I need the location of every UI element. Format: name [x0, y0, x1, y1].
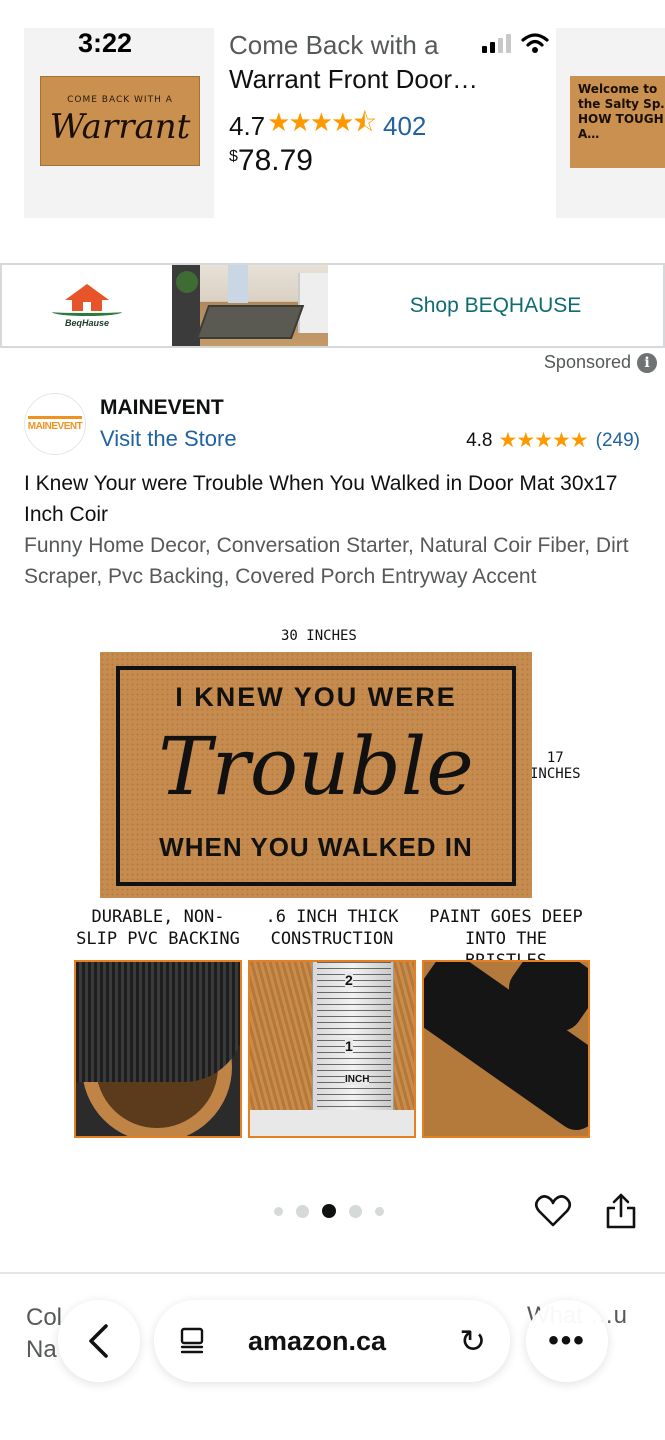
ad-product-title[interactable]: I Knew Your were Trouble When You Walked… [24, 468, 644, 530]
pvc-backing-photo [74, 960, 242, 1138]
mat-small-text: COME BACK WITH A [67, 95, 173, 105]
warrant-mat-image: COME BACK WITH A Warrant [40, 76, 200, 166]
carousel-dot[interactable] [296, 1204, 309, 1218]
sponsored-label[interactable]: Sponsored i [544, 352, 657, 373]
reader-mode-icon[interactable] [178, 1327, 206, 1355]
sponsored-text: Sponsored [543, 352, 631, 372]
feature-label-line: .6 INCH THICK [265, 907, 399, 927]
wifi-icon [521, 33, 549, 53]
recommended-rating[interactable]: 4.7 ★★★★⯪ 402 [229, 104, 426, 148]
door-mat-image: I KNEW YOU WERE Trouble WHEN YOU WALKED … [100, 652, 532, 898]
ruler-thickness-photo: 2 1 INCH [248, 960, 416, 1138]
back-button[interactable] [58, 1300, 140, 1382]
brand-logo[interactable]: MAINEVENT [24, 393, 86, 455]
beqhause-logo: BeqHause [2, 265, 172, 346]
brand-name: MAINEVENT [100, 396, 224, 419]
carousel-dot[interactable] [274, 1206, 283, 1216]
product-hero-image[interactable]: 30 INCHES 17 INCHES I KNEW YOU WERE Trou… [70, 620, 595, 1145]
feature-label-line: PAINT GOES DEEP [429, 907, 583, 927]
recommended-product-card[interactable]: COME BACK WITH A Warrant 3:22 Come Back … [0, 0, 665, 240]
feature-label-line: SLIP PVC BACKING [76, 929, 240, 949]
ruler-number: 2 [345, 972, 353, 988]
mat-line1: I KNEW YOU WERE [175, 682, 457, 712]
share-icon[interactable] [604, 1192, 638, 1230]
next-recommended-thumbnail[interactable]: Welcome to the Salty Sp… HOW TOUGH A… [556, 28, 665, 218]
chevron-left-icon [89, 1324, 108, 1358]
star-rating-icon: ★★★★⯪ [267, 107, 377, 137]
feature-label-backing: DURABLE, NON- SLIP PVC BACKING [74, 906, 242, 950]
carousel-dot[interactable] [349, 1204, 362, 1218]
info-icon[interactable]: i [637, 352, 657, 373]
carousel-dot-active[interactable] [322, 1204, 336, 1218]
height-dimension-label: 17 INCHES [530, 750, 581, 782]
shop-brand-link[interactable]: Shop BEQHAUSE [328, 265, 663, 346]
recommended-title-line1: Come Back with a [229, 30, 439, 60]
brand-rating-value: 4.8 [466, 429, 493, 451]
address-bar[interactable]: amazon.ca ↻ [154, 1300, 510, 1382]
bristles-paint-photo [422, 960, 590, 1138]
house-icon [65, 283, 109, 300]
more-options-button[interactable]: ••• [526, 1300, 608, 1382]
url-host: amazon.ca [248, 1325, 387, 1356]
home-indicator-area [0, 1392, 665, 1440]
mat-line2: Trouble [158, 720, 474, 813]
heart-icon[interactable] [534, 1192, 572, 1230]
section-divider [0, 1272, 665, 1274]
sponsored-brand-banner[interactable]: BeqHause Shop BEQHAUSE [0, 263, 665, 348]
carousel-dot[interactable] [375, 1206, 384, 1216]
salty-mat-image: Welcome to the Salty Sp… HOW TOUGH A… [570, 76, 665, 168]
mat-big-text: Warrant [49, 107, 191, 147]
recommended-rating-value: 4.7 [229, 110, 266, 141]
recommended-price: $78.79 [229, 144, 313, 178]
status-time: 3:22 [78, 28, 133, 58]
width-dimension-label: 30 INCHES [281, 628, 357, 644]
brand-rating[interactable]: 4.8 ★★★★★ (249) [466, 428, 640, 453]
height-number: 17 [546, 750, 564, 766]
visit-store-link[interactable]: Visit the Store [100, 426, 237, 452]
star-rating-icon: ★★★★★ [498, 429, 589, 452]
recommended-title-line2: Warrant Front Door… [229, 64, 478, 94]
mat-line3: WHEN YOU WALKED IN [159, 832, 473, 862]
price-value: 78.79 [237, 144, 313, 177]
entryway-rug-photo [172, 265, 328, 346]
carousel-indicator[interactable] [274, 1204, 384, 1218]
ruler-number: 1 [345, 1038, 353, 1054]
feature-label-line: CONSTRUCTION [270, 929, 394, 949]
price-currency: $ [229, 148, 238, 165]
recommended-review-count[interactable]: 402 [383, 111, 426, 142]
cellular-signal-icon [482, 33, 511, 53]
reload-icon[interactable]: ↻ [459, 1322, 486, 1360]
ruler-icon: 2 1 INCH [312, 962, 394, 1112]
ad-product-subtitle[interactable]: Funny Home Decor, Conversation Starter, … [24, 530, 649, 592]
brand-review-count[interactable]: (249) [596, 430, 640, 452]
height-unit: INCHES [530, 766, 581, 782]
feature-label-thickness: .6 INCH THICK CONSTRUCTION [248, 906, 416, 950]
beqhause-logo-text: BeqHause [64, 317, 109, 328]
feature-label-line: DURABLE, NON- [91, 907, 225, 927]
browser-toolbar: amazon.ca ↻ ••• [0, 1290, 665, 1390]
brand-logo-text: MAINEVENT [27, 416, 83, 432]
recommended-product-title[interactable]: Come Back with a Warrant Front Door… [229, 28, 519, 96]
ruler-unit: INCH [345, 1074, 370, 1085]
